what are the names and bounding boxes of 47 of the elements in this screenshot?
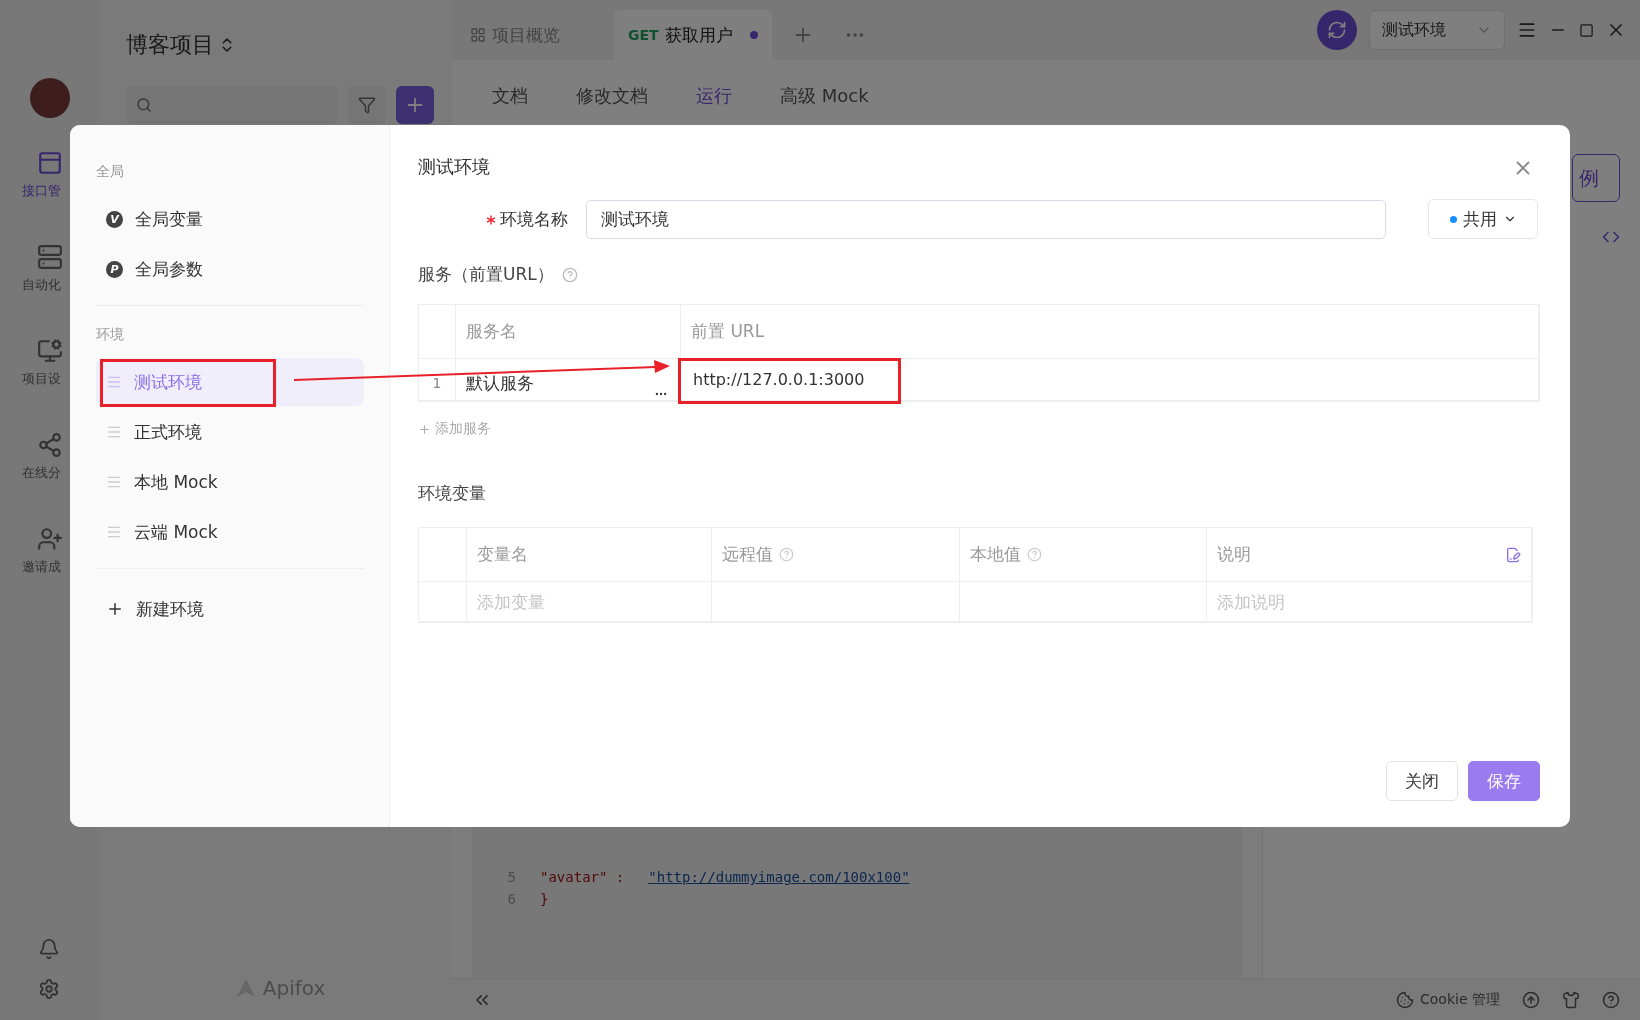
nav-tab[interactable]: 运行 (696, 84, 732, 108)
url-value[interactable]: http://127.0.0.1:3000 (693, 370, 865, 389)
nav-tab[interactable]: 文档 (492, 84, 528, 108)
column-header: 服务名 (456, 305, 681, 359)
tab[interactable]: GET 获取用户 (614, 10, 772, 60)
scope-select[interactable]: 共用 (1428, 199, 1538, 239)
environment-item[interactable]: 测试环境 (96, 358, 364, 406)
section-heading: 环境 (96, 326, 125, 344)
column-header: 本地值 (970, 543, 1021, 566)
column-header: 变量名 (477, 543, 528, 566)
section-title: 环境变量 (418, 482, 486, 505)
field-label: 环境名称 (500, 208, 568, 229)
rail-label[interactable]: 项目设 (0, 370, 61, 388)
badge-icon: V (106, 210, 123, 228)
rail-label[interactable]: 在线分 (0, 464, 61, 482)
environment-item[interactable]: 正式环境 (96, 408, 364, 456)
nav-tab[interactable]: 高级 Mock (780, 84, 869, 108)
code-link[interactable]: "http://dummyimage.com/100x100" (648, 869, 910, 885)
new-environment-link[interactable]: 新建环境 (136, 597, 204, 621)
case-button[interactable]: 例 (1572, 154, 1620, 202)
rail-label[interactable]: 接口管 (0, 182, 61, 200)
environment-item[interactable]: 云端 Mock (96, 508, 364, 556)
description-field[interactable]: 添加说明 (1217, 591, 1521, 612)
badge-icon: P (106, 260, 123, 278)
column-header: 前置 URL (681, 305, 1539, 359)
variable-name-field[interactable]: 添加变量 (477, 591, 701, 612)
rail-label[interactable]: 邀请成 (0, 558, 61, 576)
environment-item[interactable]: P 全局参数 (96, 245, 364, 293)
cookie-link[interactable]: Cookie 管理 (1420, 990, 1500, 1009)
environment-select[interactable]: 测试环境 (1369, 10, 1505, 50)
rail-label[interactable]: 自动化 (0, 276, 61, 294)
code-text: "avatar" : (540, 869, 625, 885)
section-heading: 全局 (96, 163, 125, 181)
code-text: } (540, 891, 549, 907)
project-title[interactable]: 博客项目 (126, 30, 214, 60)
name-field[interactable]: 测试环境 (586, 199, 1386, 239)
environment-item[interactable]: 本地 Mock (96, 458, 364, 506)
section-title: 服务（前置URL） (418, 263, 554, 286)
service-name[interactable]: 默认服务 (466, 372, 534, 395)
nav-tab[interactable]: 修改文档 (576, 84, 648, 108)
close-dialog-button[interactable]: 关闭 (1386, 761, 1458, 801)
dialog-title: 测试环境 (418, 155, 490, 179)
add-service-link[interactable]: 添加服务 (418, 420, 491, 438)
save-button[interactable]: 保存 (1468, 761, 1540, 801)
column-header: 说明 (1217, 543, 1251, 566)
column-header: 远程值 (722, 543, 773, 566)
environment-item[interactable]: V 全局变量 (96, 195, 364, 243)
